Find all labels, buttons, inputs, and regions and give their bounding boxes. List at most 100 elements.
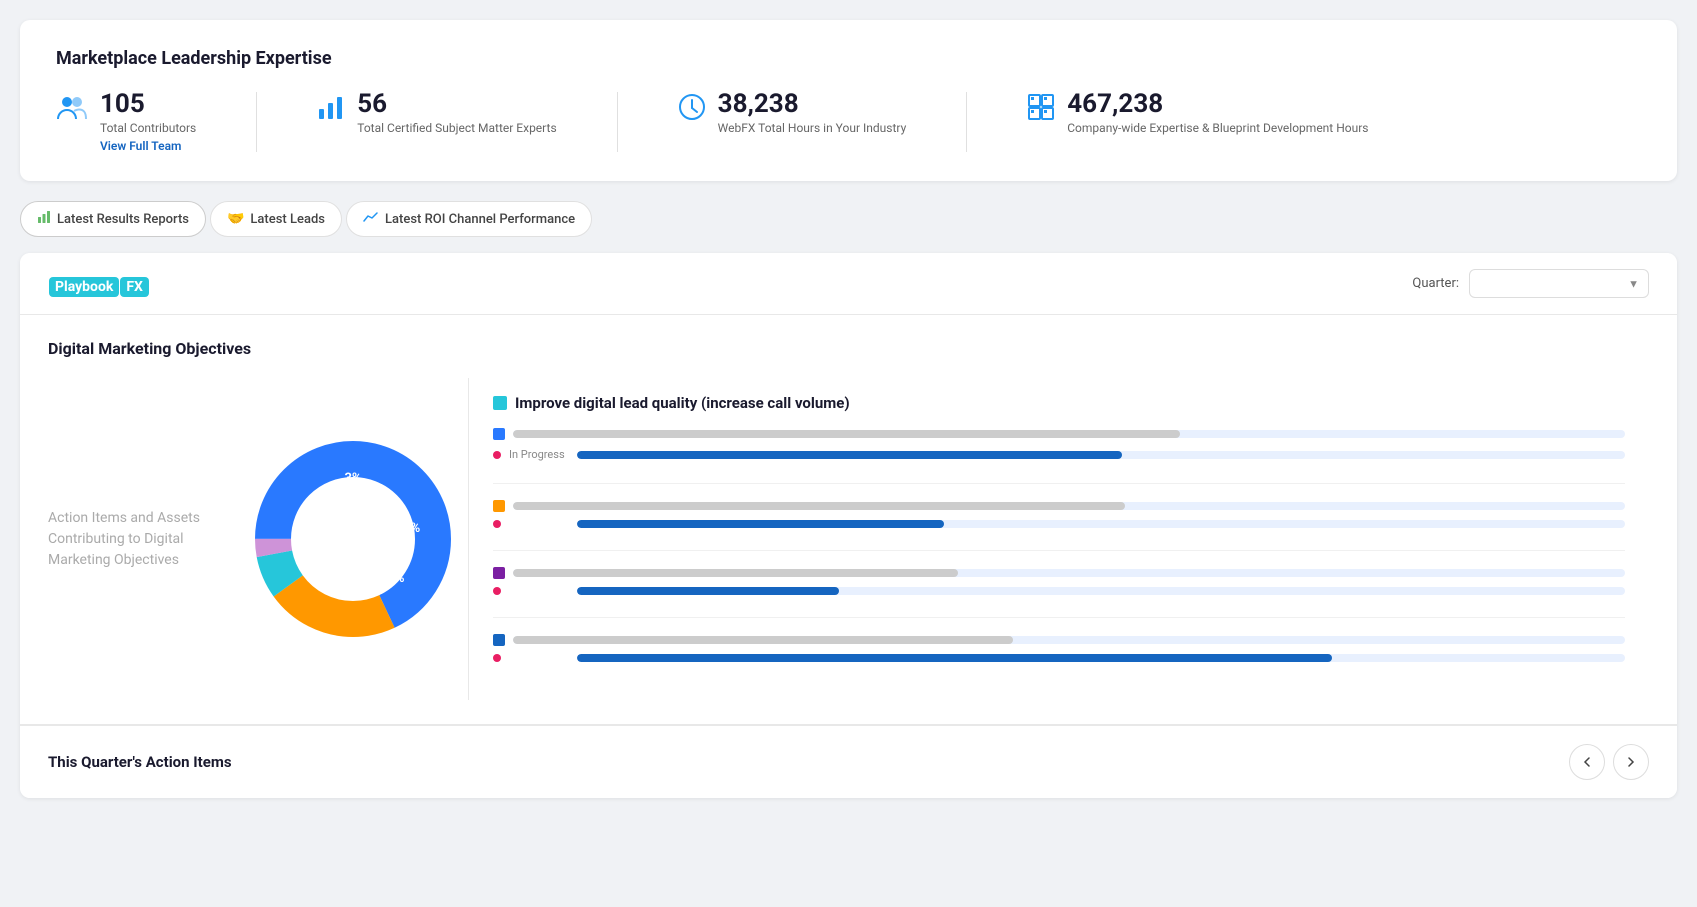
- svg-text:3%: 3%: [344, 471, 361, 486]
- progress-group-1-header: [493, 428, 1625, 440]
- tab-leads[interactable]: 🤝 Latest Leads: [210, 201, 342, 237]
- group4-bar: [577, 654, 1625, 662]
- hours-label: WebFX Total Hours in Your Industry: [718, 121, 907, 135]
- group1-dot: [493, 451, 501, 459]
- tab-roi-label: Latest ROI Channel Performance: [385, 212, 575, 227]
- group3-top-bar: [513, 569, 1625, 577]
- contributors-label: Total Contributors: [100, 121, 196, 135]
- tab-roi[interactable]: Latest ROI Channel Performance: [346, 201, 592, 237]
- action-items-footer: This Quarter's Action Items: [20, 725, 1677, 798]
- quarter-select-wrapper: Q1 2024 Q2 2024 Q3 2024 Q4 2024 ▼: [1469, 269, 1649, 298]
- blueprint-icon: [1027, 93, 1055, 128]
- stat-blueprint: 467,238 Company-wide Expertise & Bluepri…: [1027, 91, 1368, 135]
- svg-text:7%: 7%: [387, 571, 404, 586]
- progress-section: Improve digital lead quality (increase c…: [468, 378, 1649, 700]
- stats-row: 105 Total Contributors View Full Team 56…: [56, 91, 1641, 153]
- progress-group-4: [493, 634, 1625, 684]
- objectives-section: Digital Marketing Objectives Action Item…: [20, 315, 1677, 725]
- progress-group-2-header: [493, 500, 1625, 512]
- tabs-row: Latest Results Reports 🤝 Latest Leads La…: [20, 201, 1677, 237]
- contributors-icon: [56, 93, 88, 128]
- group2-bar: [577, 520, 1625, 528]
- nav-buttons: [1569, 744, 1649, 780]
- stat-divider-2: [617, 92, 618, 152]
- playbook-logo: PlaybookFX: [48, 272, 149, 296]
- progress-group-3: [493, 567, 1625, 618]
- group3-bar-row: [493, 587, 1625, 595]
- group2-dot: [493, 520, 501, 528]
- experts-label: Total Certified Subject Matter Experts: [357, 121, 556, 135]
- leads-tab-icon: 🤝: [227, 211, 244, 227]
- hours-content: 38,238 WebFX Total Hours in Your Industr…: [718, 91, 907, 135]
- hours-number: 38,238: [718, 91, 907, 117]
- group3-top-bar-fill: [513, 569, 958, 577]
- stat-divider-1: [256, 92, 257, 152]
- group2-color-badge: [493, 500, 505, 512]
- prev-button[interactable]: [1569, 744, 1605, 780]
- progress-group-2: [493, 500, 1625, 551]
- stat-experts: 56 Total Certified Subject Matter Expert…: [317, 91, 556, 135]
- objectives-title: Digital Marketing Objectives: [48, 339, 1649, 358]
- donut-section: Action Items and Assets Contributing to …: [48, 378, 468, 700]
- group4-top-bar-fill: [513, 636, 1013, 644]
- progress-group-1: In Progress: [493, 428, 1625, 484]
- progress-group-3-header: [493, 567, 1625, 579]
- stat-divider-3: [966, 92, 967, 152]
- group4-bar-row: [493, 654, 1625, 662]
- group1-bar-row: In Progress: [493, 448, 1625, 461]
- svg-text:22%: 22%: [396, 521, 421, 536]
- tab-results[interactable]: Latest Results Reports: [20, 201, 206, 237]
- donut-label: Action Items and Assets Contributing to …: [48, 508, 218, 571]
- group3-bar: [577, 587, 1625, 595]
- group1-bar-fill: [577, 451, 1122, 459]
- group3-bar-fill: [577, 587, 839, 595]
- view-full-team-link[interactable]: View Full Team: [100, 139, 196, 153]
- quarter-selector: Quarter: Q1 2024 Q2 2024 Q3 2024 Q4 2024…: [1412, 269, 1649, 298]
- quarter-select[interactable]: Q1 2024 Q2 2024 Q3 2024 Q4 2024: [1469, 269, 1649, 298]
- playbook-logo-badge: FX: [120, 277, 149, 297]
- group2-top-bar-fill: [513, 502, 1125, 510]
- blueprint-content: 467,238 Company-wide Expertise & Bluepri…: [1067, 91, 1368, 135]
- group2-top-bar: [513, 502, 1625, 510]
- blueprint-number: 467,238: [1067, 91, 1368, 117]
- results-tab-icon: [37, 210, 51, 228]
- svg-text:68%: 68%: [298, 541, 323, 556]
- group3-dot: [493, 587, 501, 595]
- playbook-card: PlaybookFX Quarter: Q1 2024 Q2 2024 Q3 2…: [20, 253, 1677, 798]
- experts-number: 56: [357, 91, 556, 117]
- stat-hours: 38,238 WebFX Total Hours in Your Industr…: [678, 91, 907, 135]
- progress-group-4-header: [493, 634, 1625, 646]
- donut-chart: 68% 22% 7% 3%: [238, 424, 468, 654]
- main-objective-color-badge: [493, 396, 507, 410]
- playbook-header: PlaybookFX Quarter: Q1 2024 Q2 2024 Q3 2…: [20, 253, 1677, 315]
- group1-top-bar: [513, 430, 1625, 438]
- group1-label: In Progress: [509, 448, 569, 461]
- page-title: Marketplace Leadership Expertise: [56, 48, 1641, 69]
- group4-color-badge: [493, 634, 505, 646]
- action-items-title: This Quarter's Action Items: [48, 753, 232, 771]
- quarter-label: Quarter:: [1412, 276, 1459, 291]
- stats-card: Marketplace Leadership Expertise 105 Tot…: [20, 20, 1677, 181]
- roi-tab-icon: [363, 211, 379, 227]
- clock-icon: [678, 93, 706, 128]
- contributors-content: 105 Total Contributors View Full Team: [100, 91, 196, 153]
- donut-svg: 68% 22% 7% 3%: [238, 424, 468, 654]
- stat-contributors: 105 Total Contributors View Full Team: [56, 91, 196, 153]
- tab-results-label: Latest Results Reports: [57, 212, 189, 227]
- experts-content: 56 Total Certified Subject Matter Expert…: [357, 91, 556, 135]
- group1-color-badge: [493, 428, 505, 440]
- tab-leads-label: Latest Leads: [250, 212, 325, 227]
- group1-bar: [577, 451, 1625, 459]
- arrow-left-icon: [1581, 756, 1593, 768]
- next-button[interactable]: [1613, 744, 1649, 780]
- group4-top-bar: [513, 636, 1625, 644]
- blueprint-label: Company-wide Expertise & Blueprint Devel…: [1067, 121, 1368, 135]
- main-objective-title: Improve digital lead quality (increase c…: [493, 394, 1625, 412]
- experts-icon: [317, 93, 345, 128]
- group2-bar-fill: [577, 520, 944, 528]
- group4-bar-fill: [577, 654, 1332, 662]
- arrow-right-icon: [1625, 756, 1637, 768]
- contributors-number: 105: [100, 91, 196, 117]
- group2-bar-row: [493, 520, 1625, 528]
- group3-color-badge: [493, 567, 505, 579]
